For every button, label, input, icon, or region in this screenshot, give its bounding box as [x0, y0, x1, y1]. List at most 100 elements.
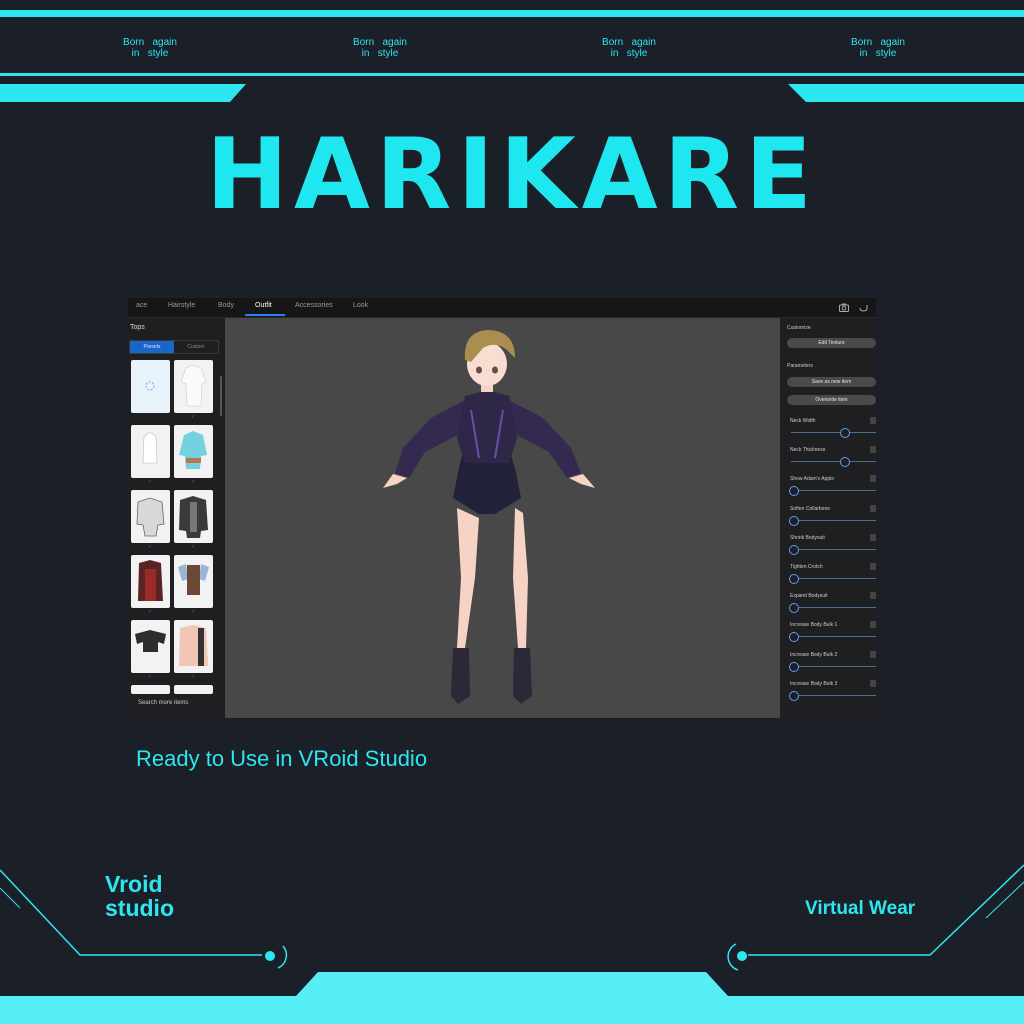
slider-track[interactable] [791, 519, 876, 521]
slider-knob[interactable] [789, 603, 799, 614]
blue-top-image [179, 431, 207, 469]
check-icon: ✓ [190, 609, 196, 615]
slider-label: Neck Width [790, 418, 816, 424]
preset-custom-toggle: Presets Custom [129, 340, 219, 354]
subtitle: Ready to Use in VRoid Studio [136, 746, 428, 771]
selected-check-icon: ✓ [190, 414, 196, 420]
check-icon: ✓ [147, 544, 153, 550]
slider-track[interactable] [791, 432, 876, 433]
parameters-label: Parameters [787, 363, 813, 369]
tab-bar: ace Hairstyle Body Outfit Accessories Lo… [128, 298, 876, 318]
check-icon: ✓ [190, 479, 196, 485]
slider-knob[interactable] [789, 486, 799, 497]
item-thumbnail[interactable] [131, 685, 170, 694]
white-shirt-image [180, 364, 207, 407]
tagline-1: Born again in style [123, 37, 177, 59]
panel-title: Tops [130, 324, 145, 331]
tab-body[interactable]: Body [218, 302, 234, 309]
slider-value-box[interactable] [870, 621, 876, 629]
scrollbar[interactable] [220, 376, 222, 416]
slider-label: Neck Thickness [790, 447, 826, 454]
save-as-new-item-button[interactable]: Save as new item [787, 377, 876, 387]
black-top-image [135, 630, 166, 652]
tab-hairstyle[interactable]: Hairstyle [168, 302, 195, 309]
slider-track[interactable] [791, 461, 876, 463]
slider-value-box[interactable] [870, 650, 876, 658]
slider-track[interactable] [791, 607, 876, 609]
tab-face[interactable]: ace [136, 302, 147, 309]
tab-accessories[interactable]: Accessories [295, 302, 333, 309]
loading-icon [145, 381, 155, 391]
items-panel: Tops Presets Custom ✓ ✓ ✓ ✓ ✓ ✓ ✓ ✓ ✓ Se… [128, 318, 224, 718]
slider-knob[interactable] [789, 515, 799, 526]
slider-knob[interactable] [789, 632, 799, 643]
item-thumbnail[interactable] [174, 360, 213, 413]
grey-jacket-image [136, 497, 165, 537]
tagline-2: Born again in style [353, 37, 407, 59]
slider-label: Increase Body Bulk 1 [790, 622, 838, 629]
check-icon: ✓ [147, 479, 153, 485]
item-thumbnail[interactable] [174, 620, 213, 673]
check-icon: ✓ [147, 609, 153, 615]
top-line [0, 73, 1024, 76]
customize-label: Customize [787, 325, 811, 331]
overwrite-item-button[interactable]: Overwrite item [787, 395, 876, 405]
slider-track[interactable] [791, 578, 876, 579]
search-bar-divider [128, 695, 224, 718]
red-coat-image [138, 560, 163, 601]
slider-label: Increase Body Bulk 3 [790, 680, 838, 687]
slider-knob[interactable] [789, 661, 799, 672]
item-thumbnail[interactable] [174, 425, 213, 478]
bottom-right-circuit [727, 864, 1024, 971]
slider-label: Increase Body Bulk 2 [790, 651, 838, 658]
check-icon: ✓ [190, 674, 196, 680]
item-thumbnail[interactable] [174, 490, 213, 543]
slider-track[interactable] [791, 694, 876, 696]
bottom-band [0, 972, 1024, 1024]
slider-value-box[interactable] [870, 563, 876, 570]
3d-viewport[interactable] [225, 318, 780, 718]
custom-tab[interactable]: Custom [174, 341, 218, 353]
tab-look[interactable]: Look [353, 302, 368, 309]
slider-label: Expand Bodysuit [790, 593, 828, 600]
header-band [0, 84, 1024, 102]
slider-knob[interactable] [789, 574, 799, 584]
tagline-3: Born again in style [602, 37, 656, 59]
item-thumbnail[interactable] [131, 555, 170, 608]
item-thumbnail[interactable] [131, 620, 170, 673]
slider-value-box[interactable] [870, 475, 876, 483]
tab-outfit[interactable]: Outfit [255, 302, 272, 309]
virtual-wear-brand: Virtual Wear [805, 898, 916, 919]
product-title: HARIKARE [206, 118, 818, 232]
slider-knob[interactable] [789, 690, 799, 701]
dark-jacket-image [179, 496, 208, 538]
slider-knob[interactable] [840, 457, 850, 468]
slider-knob[interactable] [840, 428, 850, 438]
item-thumbnail[interactable] [174, 555, 213, 608]
camera-icon[interactable] [839, 303, 849, 312]
slider-track[interactable] [791, 548, 876, 550]
item-thumbnail[interactable] [131, 490, 170, 543]
slider-value-box[interactable] [870, 592, 876, 600]
slider-label: Shrink Bodysuit [790, 534, 825, 541]
white-top-image [142, 432, 158, 464]
slider-value-box[interactable] [870, 417, 876, 424]
undo-icon[interactable] [859, 303, 868, 312]
slider-value-box[interactable] [870, 504, 876, 512]
presets-tab[interactable]: Presets [130, 341, 174, 353]
tagline-4: Born again in style [851, 37, 905, 59]
item-thumbnail-new[interactable] [131, 360, 170, 413]
slider-knob[interactable] [789, 544, 799, 555]
item-thumbnail[interactable] [131, 425, 170, 478]
slider-track[interactable] [791, 665, 876, 667]
slider-value-box[interactable] [870, 533, 876, 541]
slider-track[interactable] [791, 490, 876, 492]
edit-texture-button[interactable]: Edit Texture [787, 338, 876, 348]
item-thumbnail[interactable] [174, 685, 213, 694]
slider-value-box[interactable] [870, 446, 876, 454]
slider-label: Show Adam's Apple [790, 476, 835, 483]
slider-track[interactable] [791, 636, 876, 638]
slider-value-box[interactable] [870, 679, 876, 687]
search-more-items-link[interactable]: Search more items [138, 700, 188, 706]
vroid-app-window: ace Hairstyle Body Outfit Accessories Lo… [128, 298, 876, 718]
